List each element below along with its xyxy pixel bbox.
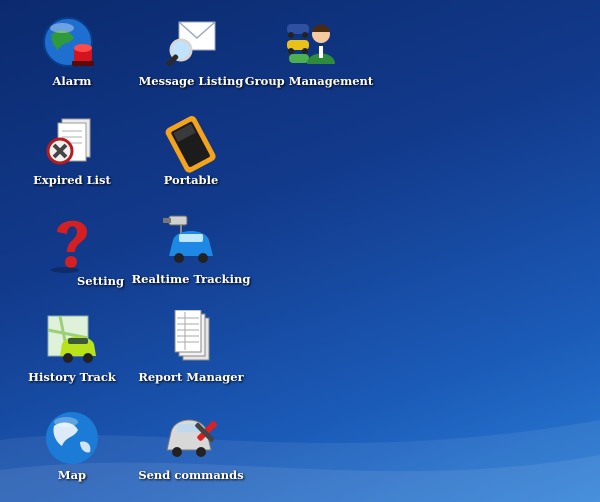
realtime-tracking-shortcut[interactable]: Realtime Tracking bbox=[126, 212, 256, 304]
expired-list-shortcut[interactable]: Expired List bbox=[7, 113, 137, 205]
alarm-shortcut[interactable]: Alarm bbox=[7, 14, 137, 106]
alarm-label: Alarm bbox=[52, 74, 92, 88]
expired-document-icon bbox=[40, 113, 104, 175]
history-track-shortcut[interactable]: History Track bbox=[7, 310, 137, 402]
portable-shortcut[interactable]: Portable bbox=[126, 113, 256, 205]
map-label: Map bbox=[57, 468, 87, 482]
globe-alarm-icon bbox=[40, 14, 104, 76]
map-shortcut[interactable]: Map bbox=[7, 408, 137, 500]
group-users-icon bbox=[277, 14, 341, 76]
report-manager-label: Report Manager bbox=[138, 370, 244, 384]
message-listing-label: Message Listing bbox=[138, 74, 244, 88]
tools-car-icon bbox=[159, 408, 223, 470]
group-management-shortcut[interactable]: Group Management bbox=[244, 14, 374, 106]
portable-label: Portable bbox=[163, 173, 219, 187]
history-track-label: History Track bbox=[28, 370, 116, 384]
send-commands-label: Send commands bbox=[138, 468, 244, 482]
send-commands-shortcut[interactable]: Send commands bbox=[126, 408, 256, 500]
message-listing-shortcut[interactable]: Message Listing bbox=[126, 14, 256, 106]
report-manager-shortcut[interactable]: Report Manager bbox=[126, 310, 256, 402]
group-management-label: Group Management bbox=[244, 74, 374, 88]
realtime-tracking-label: Realtime Tracking bbox=[131, 272, 251, 286]
question-mark-icon bbox=[41, 214, 105, 276]
globe-icon bbox=[40, 408, 104, 470]
envelope-search-icon bbox=[159, 14, 223, 76]
camera-car-icon bbox=[159, 212, 223, 274]
portable-device-icon bbox=[159, 113, 223, 175]
expired-list-label: Expired List bbox=[33, 173, 111, 187]
setting-label: Setting bbox=[77, 274, 125, 288]
report-sheets-icon bbox=[159, 310, 223, 372]
map-car-icon bbox=[40, 310, 104, 372]
